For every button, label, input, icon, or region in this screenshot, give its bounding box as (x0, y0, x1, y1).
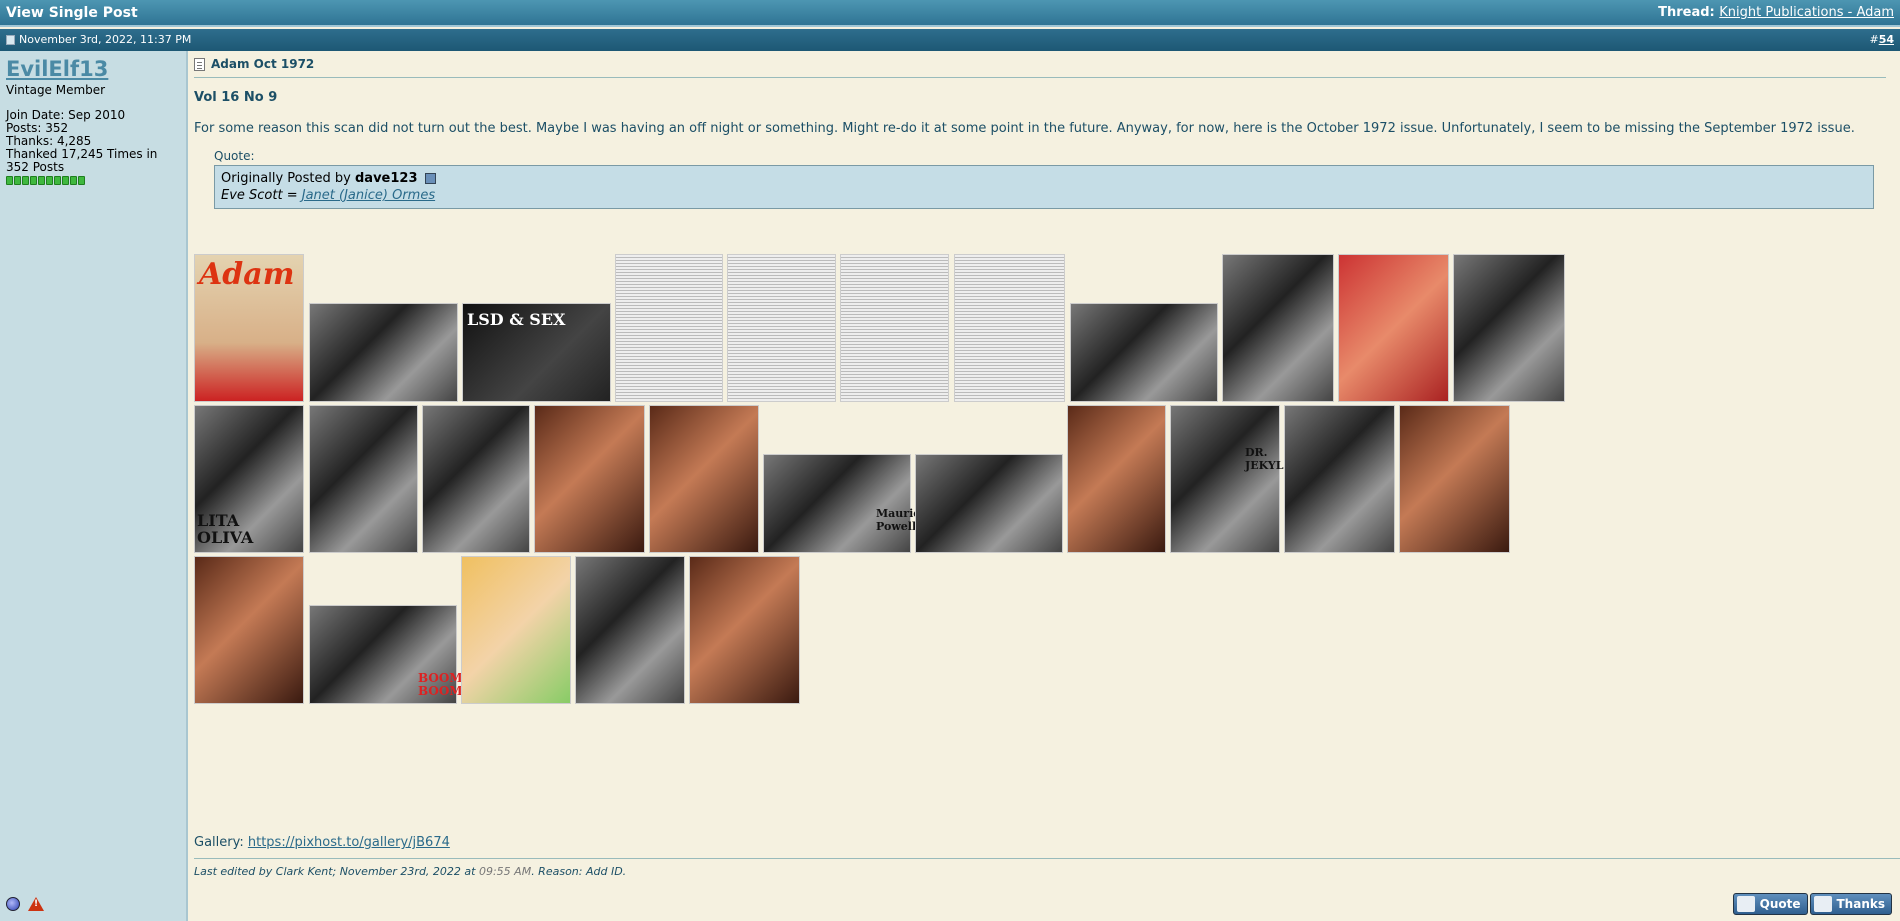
thumbnail-lita[interactable]: LITA OLIVA (194, 405, 304, 553)
quote-block: Quote: Originally Posted by dave123 Eve … (214, 149, 1874, 209)
thumbs-up-icon (1813, 896, 1832, 912)
thumbnail-jekyl[interactable]: DR. JEKYL (1170, 405, 1283, 553)
thumbnail[interactable] (534, 405, 645, 553)
thumbnail[interactable] (954, 254, 1065, 402)
thread-link[interactable]: Knight Publications - Adam (1719, 5, 1894, 20)
thumbnail[interactable] (649, 405, 759, 553)
title-bar: View Single Post Thread: Knight Publicat… (0, 0, 1900, 27)
user-rank: Vintage Member (6, 83, 106, 97)
thumbnail[interactable] (309, 405, 418, 553)
thumbnail-gallery: Adam LSD & SEX LITA OLIVA Maurica Powell… (194, 254, 1894, 704)
report-post-icon[interactable] (28, 897, 44, 911)
quote-attribution: Originally Posted by dave123 (221, 170, 1867, 187)
thumbnail-maurica[interactable]: Maurica Powell (763, 454, 927, 553)
gallery-link[interactable]: https://pixhost.to/gallery/jB674 (248, 835, 450, 850)
post-date-bar: November 3rd, 2022, 11:37 PM #54 (0, 29, 1900, 51)
thread-info: Thread: Knight Publications - Adam (1658, 5, 1894, 20)
thread-label: Thread: (1658, 5, 1715, 20)
thumbnail[interactable] (461, 556, 571, 704)
post-volume: Vol 16 No 9 (194, 90, 278, 105)
post-number-link[interactable]: 54 (1879, 33, 1894, 46)
post-actions: Quote Thanks (1732, 893, 1892, 915)
post-number: #54 (1869, 33, 1894, 46)
online-status-icon (6, 897, 20, 911)
post-date: November 3rd, 2022, 11:37 PM (6, 33, 191, 46)
quote-link[interactable]: Janet (Janice) Ormes (302, 188, 435, 203)
thumbnail[interactable] (615, 254, 723, 402)
post-title: Adam Oct 1972 (211, 57, 315, 71)
quote-icon (1736, 896, 1755, 912)
thumbnail[interactable] (727, 254, 836, 402)
quote-button[interactable]: Quote (1732, 893, 1808, 915)
view-post-icon[interactable] (424, 173, 436, 184)
post-date-text: November 3rd, 2022, 11:37 PM (19, 33, 192, 46)
thumbnail[interactable] (1284, 405, 1395, 553)
quote-author: dave123 (354, 171, 418, 186)
thumbnail-lsd[interactable]: LSD & SEX (462, 303, 611, 402)
user-info: Join Date: Sep 2010 Posts: 352 Thanks: 4… (6, 109, 180, 174)
thumbnail[interactable] (689, 556, 800, 704)
sidebar-icons (6, 897, 44, 911)
user-sidebar: EvilElf13 Vintage Member Join Date: Sep … (0, 51, 188, 921)
thumbnail[interactable] (1222, 254, 1334, 402)
username-link[interactable]: EvilElf13 (6, 57, 108, 81)
post-page-icon (194, 57, 205, 71)
page-title: View Single Post (6, 5, 138, 21)
thumbnail[interactable] (840, 254, 949, 402)
quote-text: Eve Scott = Janet (Janice) Ormes (221, 188, 436, 203)
thanks-button[interactable]: Thanks (1809, 893, 1892, 915)
post-body: For some reason this scan did not turn o… (194, 121, 1855, 136)
reputation-bar (6, 176, 180, 185)
thumbnail[interactable] (309, 303, 458, 402)
thumbnail[interactable] (1399, 405, 1510, 553)
thumbnail[interactable] (915, 454, 1063, 553)
edit-note: Last edited by Clark Kent; November 23rd… (194, 858, 1900, 878)
thumbnail[interactable] (194, 556, 304, 704)
thumbnail[interactable] (1453, 254, 1565, 402)
quote-label: Quote: (214, 149, 255, 163)
thumbnail-cover[interactable]: Adam (194, 254, 304, 402)
post-content: Adam Oct 1972 Vol 16 No 9 For some reaso… (190, 51, 1900, 921)
thumbnail[interactable] (1338, 254, 1449, 402)
thumbnail[interactable] (1070, 303, 1218, 402)
post-icon (6, 34, 15, 45)
thumbnail[interactable] (1067, 405, 1166, 553)
post-title-row: Adam Oct 1972 (194, 57, 1886, 78)
gallery-info: Gallery: https://pixhost.to/gallery/jB67… (194, 835, 450, 850)
thumbnail[interactable] (422, 405, 530, 553)
quote-box: Originally Posted by dave123 Eve Scott =… (214, 165, 1874, 209)
thanked-count: Thanked 17,245 Times in 352 Posts (6, 147, 158, 174)
thumbnail[interactable] (575, 556, 685, 704)
thumbnail-boom[interactable]: BOOM BOOM (309, 605, 463, 704)
